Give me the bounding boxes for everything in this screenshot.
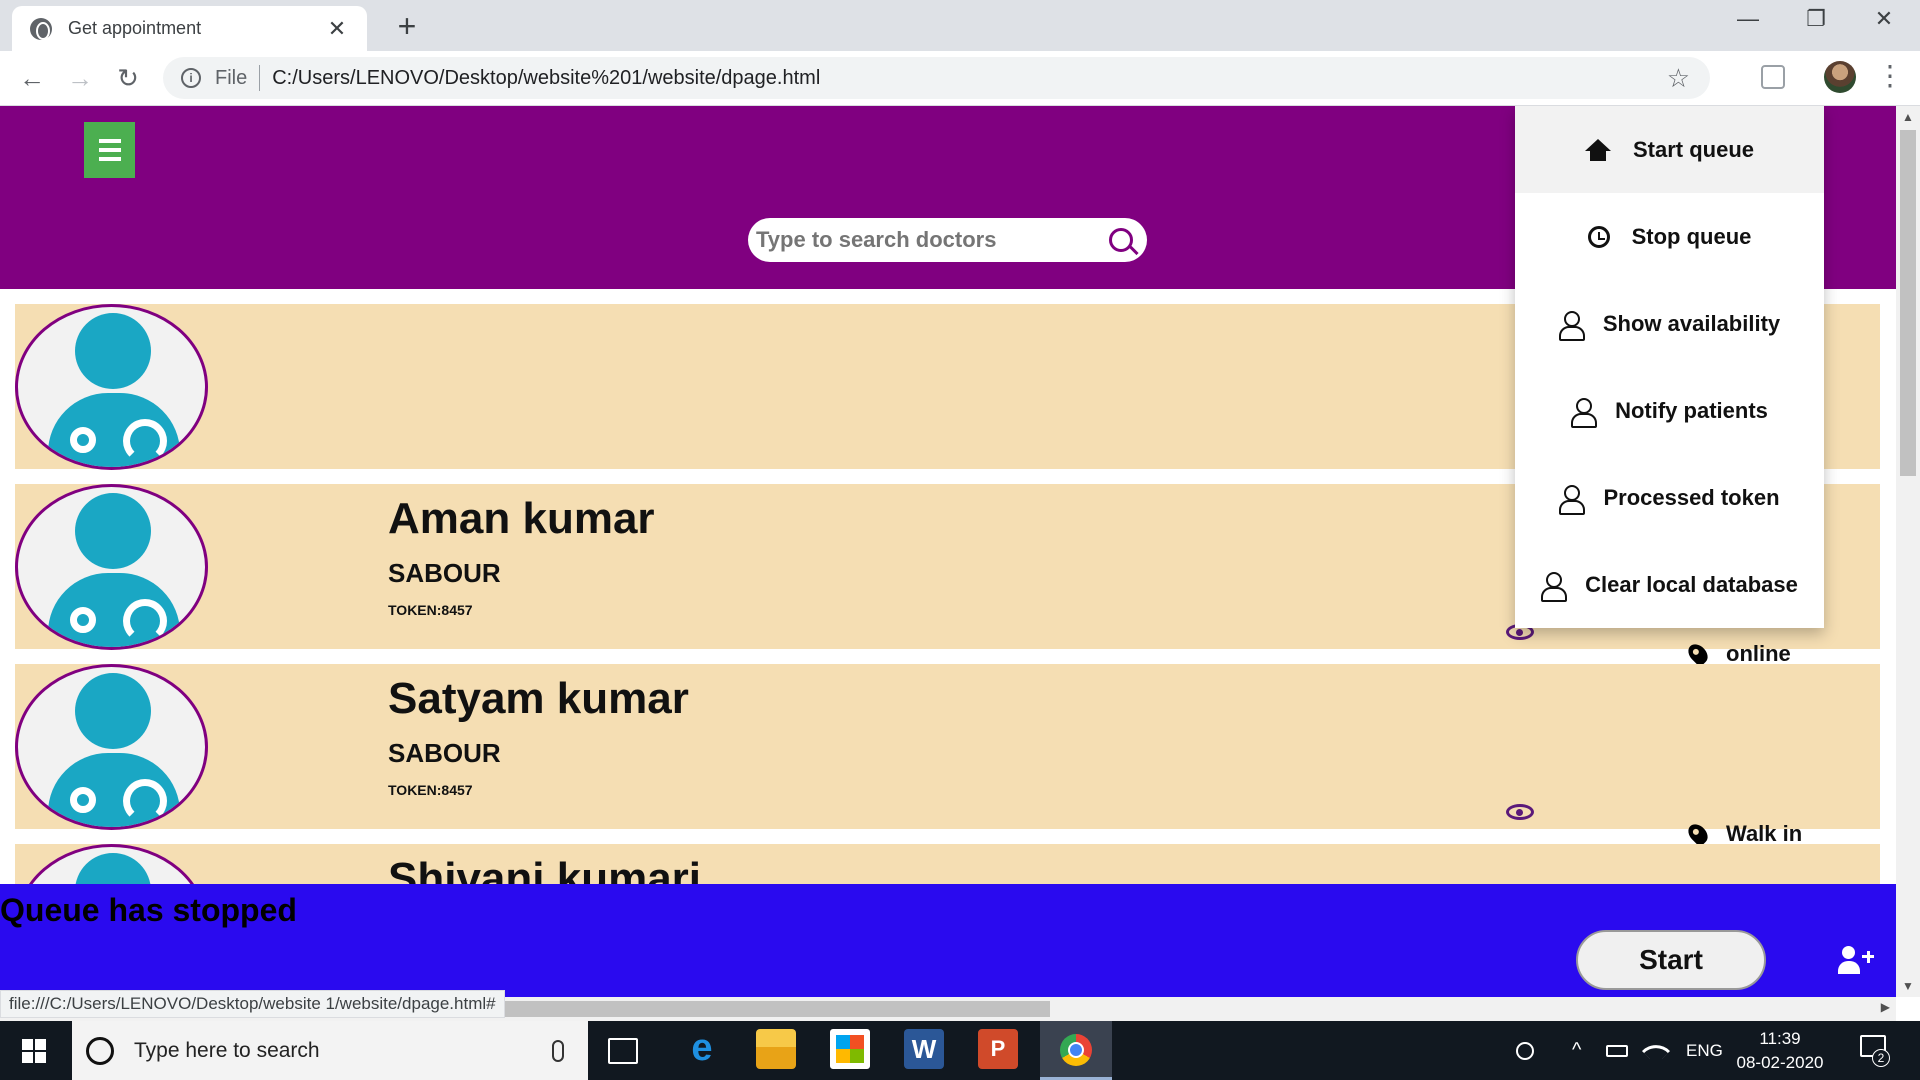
doctor-search-box	[748, 218, 1147, 262]
hamburger-menu-button[interactable]	[84, 122, 135, 178]
menu-item-label: Clear local database	[1585, 571, 1798, 597]
profile-avatar[interactable]	[1824, 61, 1856, 93]
taskbar-clock[interactable]: 11:39 08-02-2020	[1730, 1027, 1830, 1075]
menu-item-label: Stop queue	[1631, 223, 1752, 249]
doctor-search-input[interactable]	[756, 227, 1109, 253]
powerpoint-icon[interactable]: P	[978, 1029, 1018, 1069]
wifi-icon[interactable]	[1641, 1021, 1671, 1080]
browser-tab-strip: Get appointment ✕ + — ❐ ✕	[0, 0, 1920, 51]
notification-count-badge: 2	[1872, 1049, 1890, 1067]
doctor-place: SABOUR	[388, 738, 501, 768]
taskbar-search[interactable]: Type here to search	[72, 1021, 588, 1080]
user-icon	[1558, 310, 1585, 341]
browser-tab[interactable]: Get appointment ✕	[12, 6, 367, 51]
browser-toolbar: ← → ↻ i File C:/Users/LENOVO/Desktop/web…	[0, 51, 1920, 106]
extension-icon[interactable]	[1761, 65, 1785, 89]
menu-item-notify-patients[interactable]: Notify patients	[1515, 367, 1824, 454]
bookmark-star-icon[interactable]: ☆	[1667, 63, 1690, 94]
menu-item-start-queue[interactable]: Start queue	[1515, 106, 1824, 193]
url-text[interactable]: C:/Users/LENOVO/Desktop/website%201/webs…	[272, 67, 1666, 90]
chrome-icon[interactable]	[1060, 1034, 1092, 1066]
doctor-avatar-icon	[15, 304, 208, 470]
browser-menu-icon[interactable]: ⋮	[1876, 59, 1904, 92]
doctor-avatar-icon	[15, 484, 208, 650]
people-icon[interactable]	[1516, 1021, 1542, 1080]
menu-item-label: Show availability	[1602, 310, 1781, 336]
battery-icon[interactable]	[1606, 1021, 1628, 1080]
doctor-card[interactable]: Satyam kumar SABOUR TOKEN:8457 Walk in	[15, 664, 1880, 848]
address-bar[interactable]: i File C:/Users/LENOVO/Desktop/website%2…	[163, 57, 1710, 99]
language-indicator[interactable]: ENG	[1686, 1021, 1723, 1080]
scroll-up-icon[interactable]: ▲	[1902, 110, 1914, 124]
queue-status-bar: Queue has stopped Start	[0, 884, 1896, 997]
history-icon	[1587, 225, 1610, 248]
start-button[interactable]: Start	[1576, 930, 1766, 990]
scroll-down-icon[interactable]: ▼	[1902, 979, 1914, 993]
cortana-icon	[86, 1036, 114, 1065]
status-url-bubble: file:///C:/Users/LENOVO/Desktop/website …	[0, 990, 505, 1018]
doctor-avatar-icon	[15, 664, 208, 830]
forward-button[interactable]: →	[62, 61, 98, 97]
queue-dropdown-menu: Start queue Stop queue Show availability…	[1515, 106, 1824, 628]
menu-item-clear-local-database[interactable]: Clear local database	[1515, 541, 1824, 628]
vertical-scroll-thumb[interactable]	[1900, 130, 1916, 476]
user-icon	[1571, 397, 1598, 428]
minimize-button[interactable]: —	[1728, 6, 1768, 32]
menu-item-show-availability[interactable]: Show availability	[1515, 280, 1824, 367]
new-tab-button[interactable]: +	[390, 8, 424, 45]
reload-button[interactable]: ↻	[110, 61, 146, 97]
edge-icon[interactable]: e	[682, 1029, 722, 1069]
search-icon[interactable]	[1109, 228, 1133, 252]
globe-icon	[30, 17, 52, 40]
tray-chevron-icon[interactable]: ^	[1572, 1021, 1581, 1080]
vertical-scrollbar[interactable]: ▲ ▼	[1896, 106, 1920, 997]
doctor-name: Satyam kumar	[388, 674, 689, 723]
task-view-icon[interactable]	[608, 1038, 638, 1064]
tab-title: Get appointment	[68, 18, 202, 38]
info-icon[interactable]: i	[181, 68, 201, 88]
taskbar-search-text: Type here to search	[134, 1038, 320, 1062]
clock-time: 11:39	[1759, 1029, 1801, 1048]
menu-item-label: Notify patients	[1615, 397, 1768, 423]
menu-item-label: Processed token	[1603, 484, 1780, 510]
queue-status-text: Queue has stopped	[0, 892, 297, 928]
window-close-button[interactable]: ✕	[1864, 6, 1904, 32]
scheme-label: File	[215, 66, 248, 89]
clock-date: 08-02-2020	[1736, 1053, 1824, 1072]
scroll-right-icon[interactable]: ▶	[1881, 1000, 1890, 1014]
add-user-icon[interactable]	[1838, 946, 1874, 976]
doctor-place: SABOUR	[388, 558, 501, 588]
user-icon	[1559, 484, 1586, 515]
page-viewport: Aman kumar SABOUR TOKEN:8457 online Saty…	[0, 106, 1896, 997]
doctor-token: TOKEN:8457	[388, 782, 473, 798]
word-icon[interactable]: W	[904, 1029, 944, 1069]
home-icon	[1584, 138, 1611, 161]
doctor-token: TOKEN:8457	[388, 602, 473, 618]
eye-icon[interactable]	[1506, 804, 1534, 820]
menu-item-label: Start queue	[1632, 136, 1755, 162]
menu-item-stop-queue[interactable]: Stop queue	[1515, 193, 1824, 280]
address-divider	[259, 65, 261, 91]
file-explorer-icon[interactable]	[756, 1029, 796, 1069]
close-tab-icon[interactable]: ✕	[325, 16, 349, 42]
windows-taskbar: Type here to search e W P ^ ENG 11:39 08…	[0, 1021, 1920, 1080]
windows-start-icon[interactable]	[22, 1039, 46, 1063]
menu-item-processed-token[interactable]: Processed token	[1515, 454, 1824, 541]
user-icon	[1541, 571, 1568, 602]
back-button[interactable]: ←	[14, 61, 50, 97]
store-icon[interactable]	[830, 1029, 870, 1069]
doctor-name: Aman kumar	[388, 494, 655, 543]
microphone-icon[interactable]	[552, 1039, 564, 1062]
restore-button[interactable]: ❐	[1796, 6, 1836, 32]
